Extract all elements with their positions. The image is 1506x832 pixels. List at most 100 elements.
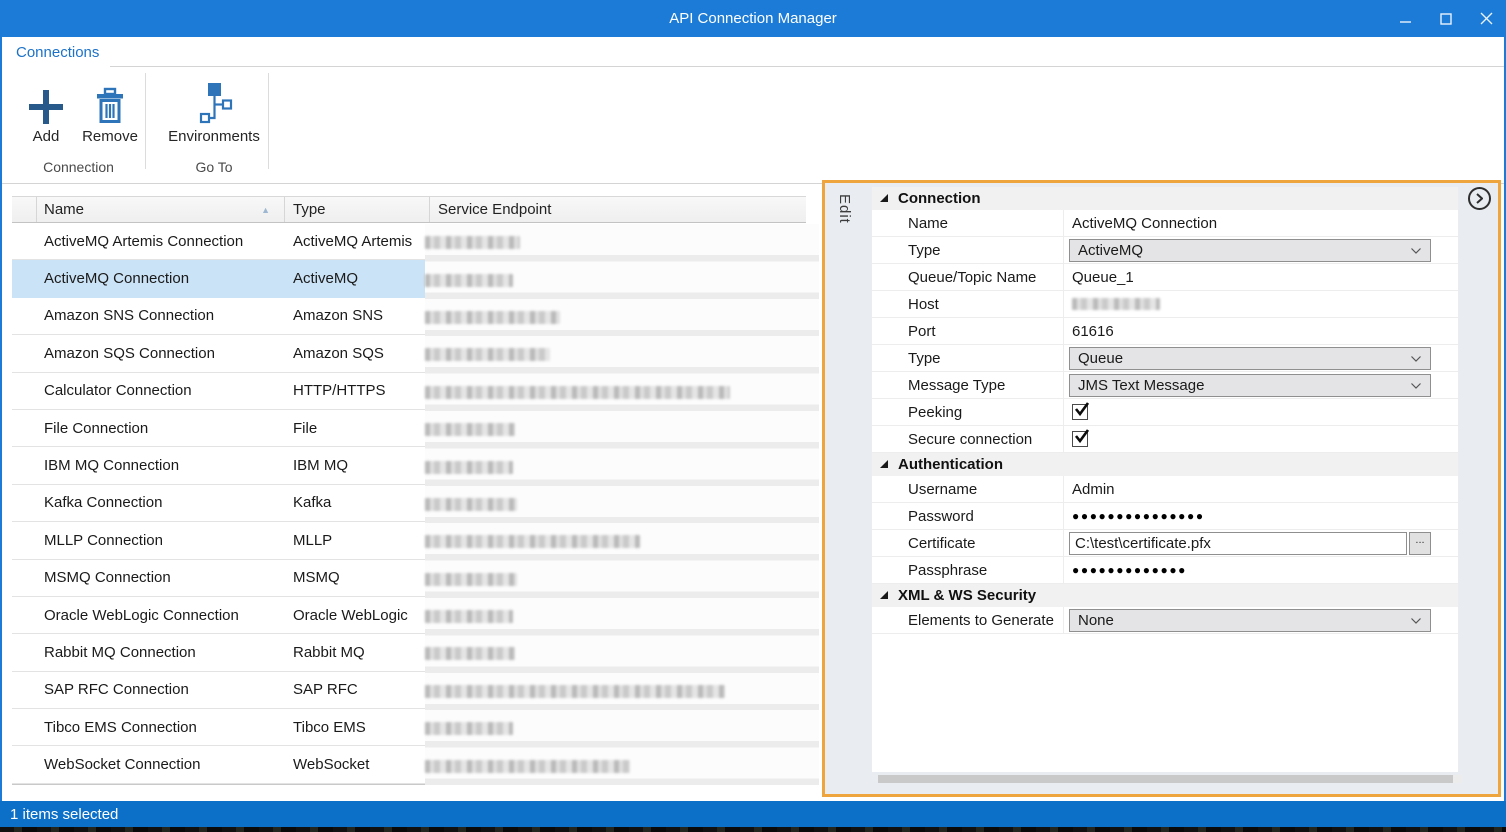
plus-icon (28, 89, 64, 125)
ribbon-group-separator (268, 73, 269, 169)
peeking-checkbox[interactable] (1072, 404, 1088, 420)
redacted-endpoint (425, 423, 515, 436)
cell-type: SAP RFC (285, 672, 430, 708)
field-label: Passphrase (872, 557, 1064, 583)
cell-name: Tibco EMS Connection (37, 709, 285, 745)
cell-name: ActiveMQ Artemis Connection (37, 223, 285, 259)
column-header-name[interactable]: Name ▲ (37, 197, 285, 222)
horizontal-scrollbar[interactable] (878, 775, 1462, 783)
section-header-xml-ws-security[interactable]: XML & WS Security (872, 584, 1458, 607)
redacted-endpoint-column (425, 224, 819, 785)
redacted-endpoint (425, 348, 550, 361)
remove-button[interactable]: Remove (78, 73, 142, 145)
cell-type: MSMQ (285, 560, 430, 596)
username-value[interactable]: Admin (1072, 481, 1115, 498)
row-header-cell (12, 634, 37, 670)
group-label-go-to: Go To (162, 159, 266, 175)
dropdown-value: Queue (1078, 350, 1123, 367)
browse-button[interactable]: ... (1409, 532, 1431, 555)
elements-to-generate-dropdown[interactable]: None (1069, 609, 1431, 632)
field-label: Username (872, 476, 1064, 502)
certificate-input[interactable]: C:\test\certificate.pfx (1069, 532, 1407, 555)
queue-type-dropdown[interactable]: Queue (1069, 347, 1431, 370)
column-header-type-label: Type (293, 201, 326, 218)
cell-name: Calculator Connection (37, 373, 285, 409)
field-row: Queue/Topic Name Queue_1 (872, 264, 1458, 291)
section-title: Authentication (898, 456, 1003, 473)
passphrase-value-masked[interactable]: ●●●●●●●●●●●●● (1072, 563, 1187, 577)
secure-connection-checkbox[interactable] (1072, 431, 1088, 447)
table-header: Name ▲ Type Service Endpoint (12, 196, 806, 223)
maximize-icon (1440, 13, 1452, 25)
status-text: 1 items selected (10, 806, 118, 823)
cell-name: Rabbit MQ Connection (37, 634, 285, 670)
status-bar: 1 items selected (0, 801, 1506, 827)
type-dropdown[interactable]: ActiveMQ (1069, 239, 1431, 262)
port-value[interactable]: 61616 (1072, 323, 1114, 340)
environments-button[interactable]: Environments (162, 73, 266, 145)
redacted-endpoint (425, 573, 517, 586)
row-header-cell (12, 373, 37, 409)
section-header-authentication[interactable]: Authentication (872, 453, 1458, 476)
tab-connections[interactable]: Connections (16, 44, 99, 61)
checkmark-icon (1074, 402, 1090, 416)
field-label: Port (872, 318, 1064, 344)
api-connection-manager-window: API Connection Manager Connections Add (0, 0, 1506, 832)
close-button[interactable] (1466, 0, 1506, 37)
column-header-service-endpoint[interactable]: Service Endpoint (430, 197, 806, 222)
redacted-endpoint (425, 386, 730, 399)
cell-type: Amazon SQS (285, 335, 430, 371)
window-controls (1386, 0, 1506, 37)
field-row: Port 61616 (872, 318, 1458, 345)
edit-tab[interactable]: Edit (836, 194, 853, 224)
field-row: Certificate C:\test\certificate.pfx ... (872, 530, 1458, 557)
column-header-name-label: Name (44, 201, 84, 218)
add-button[interactable]: Add (22, 73, 70, 145)
ribbon: Connections Add Remove (2, 37, 1504, 184)
taskbar[interactable] (0, 827, 1506, 832)
cell-type: Tibco EMS (285, 709, 430, 745)
cell-type: ActiveMQ (285, 260, 430, 296)
field-label: Host (872, 291, 1064, 317)
cell-type: Amazon SNS (285, 298, 430, 334)
add-button-label: Add (33, 128, 60, 145)
section-title: Connection (898, 190, 981, 207)
maximize-button[interactable] (1426, 0, 1466, 37)
field-label: Type (872, 237, 1064, 263)
section-title: XML & WS Security (898, 587, 1036, 604)
cell-name: Amazon SQS Connection (37, 335, 285, 371)
scrollbar-thumb[interactable] (878, 775, 1453, 783)
field-label: Type (872, 345, 1064, 371)
window-title: API Connection Manager (669, 10, 837, 27)
row-header-cell (12, 746, 37, 782)
field-row: Elements to Generate None (872, 607, 1458, 634)
column-header-type[interactable]: Type (285, 197, 430, 222)
cell-name: File Connection (37, 410, 285, 446)
minimize-button[interactable] (1386, 0, 1426, 37)
collapse-panel-button[interactable] (1468, 187, 1491, 210)
name-value[interactable]: ActiveMQ Connection (1072, 215, 1217, 232)
queue-topic-name-value[interactable]: Queue_1 (1072, 269, 1134, 286)
title-bar: API Connection Manager (0, 0, 1506, 37)
message-type-dropdown[interactable]: JMS Text Message (1069, 374, 1431, 397)
ribbon-group-separator (145, 73, 146, 169)
section-expanded-icon (880, 591, 889, 600)
row-header-column (12, 197, 37, 222)
dropdown-value: ActiveMQ (1078, 242, 1143, 259)
close-icon (1480, 12, 1493, 25)
row-header-cell (12, 410, 37, 446)
section-header-connection[interactable]: Connection (872, 187, 1458, 210)
chevron-down-icon (1411, 356, 1421, 362)
field-label: Certificate (872, 530, 1064, 556)
row-header-cell (12, 672, 37, 708)
cell-name: MLLP Connection (37, 522, 285, 558)
section-expanded-icon (880, 460, 889, 469)
cell-name: MSMQ Connection (37, 560, 285, 596)
cell-name: Oracle WebLogic Connection (37, 597, 285, 633)
group-label-connection: Connection (22, 159, 135, 175)
field-label: Peeking (872, 399, 1064, 425)
row-header-cell (12, 335, 37, 371)
password-value-masked[interactable]: ●●●●●●●●●●●●●●● (1072, 509, 1205, 523)
row-header-cell (12, 597, 37, 633)
field-row: Secure connection (872, 426, 1458, 453)
